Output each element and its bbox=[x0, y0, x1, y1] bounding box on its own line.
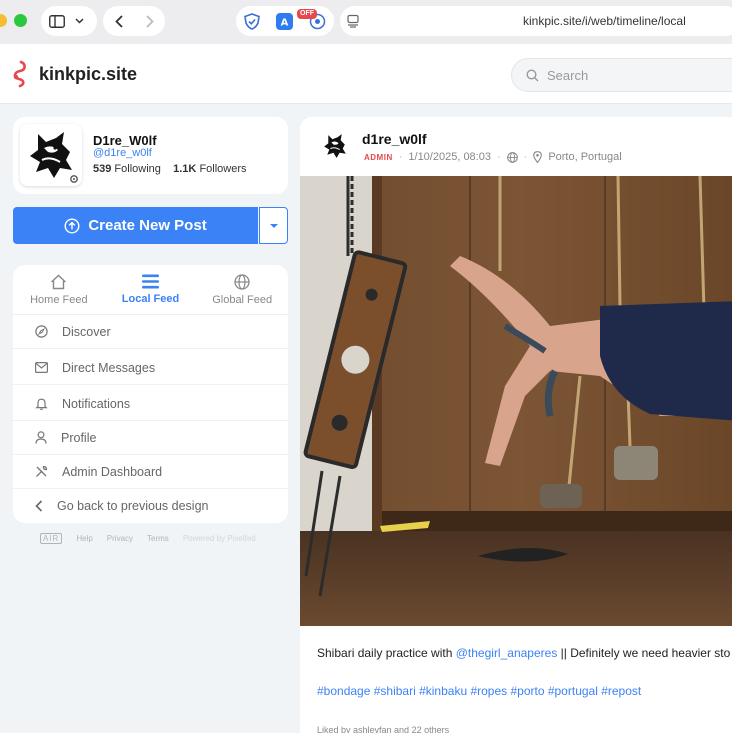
menu-item-admin-dashboard[interactable]: Admin Dashboard bbox=[13, 455, 288, 489]
search-icon bbox=[526, 68, 539, 82]
avatar[interactable] bbox=[20, 124, 82, 186]
tab-local-feed[interactable]: Local Feed bbox=[105, 265, 197, 314]
history-nav bbox=[103, 6, 165, 36]
separator-dot: · bbox=[523, 151, 528, 163]
extensions-group: A OFF bbox=[236, 6, 334, 36]
site-name[interactable]: kinkpic.site bbox=[39, 64, 137, 85]
globe-icon bbox=[234, 273, 250, 290]
air-badge[interactable]: AIR bbox=[40, 533, 63, 544]
globe-visibility-icon bbox=[506, 151, 518, 163]
zoom-window-button[interactable] bbox=[14, 14, 27, 27]
following-count[interactable]: 539 bbox=[93, 163, 111, 175]
menu-item-direct-messages-label: Direct Messages bbox=[62, 360, 156, 375]
timeline-post: d1re_w0lf ADMIN · 1/10/2025, 08:03 · · P… bbox=[300, 117, 732, 733]
forward-arrow-icon[interactable] bbox=[145, 14, 154, 28]
shield-icon[interactable] bbox=[244, 12, 260, 30]
footer-privacy-link[interactable]: Privacy bbox=[107, 534, 133, 543]
post-hashtags[interactable]: #bondage #shibari #kinbaku #ropes #porto… bbox=[317, 684, 641, 698]
wolf-avatar-icon bbox=[324, 134, 346, 158]
separator-dot: · bbox=[398, 151, 403, 163]
bell-icon bbox=[35, 397, 48, 410]
following-label[interactable]: Following bbox=[114, 163, 160, 175]
pixelfed-logo-icon[interactable] bbox=[10, 60, 30, 93]
navigation-card: Home Feed Local Feed Global Feed Discove… bbox=[13, 265, 288, 523]
post-photo[interactable] bbox=[300, 176, 732, 626]
menu-item-notifications[interactable]: Notifications bbox=[13, 387, 288, 421]
home-icon bbox=[50, 274, 67, 290]
menu-item-discover[interactable]: Discover bbox=[13, 315, 288, 349]
profile-handle[interactable]: @d1re_w0lf bbox=[93, 147, 152, 159]
extension-off-badge: OFF bbox=[297, 8, 317, 19]
tab-home-feed-label: Home Feed bbox=[30, 293, 88, 306]
footer-terms-link[interactable]: Terms bbox=[147, 534, 169, 543]
footer-help-link[interactable]: Help bbox=[76, 534, 92, 543]
tab-global-feed[interactable]: Global Feed bbox=[196, 265, 288, 314]
post-photo-image bbox=[300, 176, 732, 626]
url-text: kinkpic.site/i/web/timeline/local bbox=[523, 14, 686, 28]
menu-item-profile[interactable]: Profile bbox=[13, 421, 288, 455]
menu-item-direct-messages[interactable]: Direct Messages bbox=[13, 351, 288, 385]
tab-home-feed[interactable]: Home Feed bbox=[13, 265, 105, 314]
svg-text:A: A bbox=[281, 17, 289, 28]
search-input[interactable]: Search bbox=[511, 58, 732, 92]
tools-icon bbox=[35, 465, 48, 478]
app-header: kinkpic.site Search bbox=[0, 44, 732, 104]
menu-item-notifications-label: Notifications bbox=[62, 396, 131, 411]
post-author-avatar[interactable] bbox=[319, 130, 351, 162]
profile-card: D1re_W0lf @d1re_w0lf 539 Following 1.1K … bbox=[13, 117, 288, 194]
sidebar-footer: AIR Help Privacy Terms Powered by Pixelf… bbox=[40, 533, 256, 544]
chevron-down-icon[interactable] bbox=[75, 18, 84, 24]
browser-toolbar: A OFF kinkpic.site/i/web/timeline/local bbox=[0, 0, 732, 44]
translate-extension-icon[interactable]: A bbox=[276, 12, 293, 30]
settings-gear-icon[interactable] bbox=[68, 172, 80, 184]
post-username[interactable]: d1re_w0lf bbox=[362, 131, 427, 147]
create-new-post-button[interactable]: Create New Post bbox=[13, 207, 258, 244]
chevron-left-icon bbox=[35, 500, 43, 512]
footer-powered-by[interactable]: Powered by Pixelfed bbox=[183, 534, 256, 543]
profile-name[interactable]: D1re_W0lf bbox=[93, 133, 157, 148]
post-date[interactable]: 1/10/2025, 08:03 bbox=[408, 151, 491, 163]
search-placeholder: Search bbox=[547, 67, 589, 83]
user-icon bbox=[35, 431, 47, 444]
sidebar-toggle-group bbox=[41, 6, 97, 36]
page-settings-icon[interactable] bbox=[346, 14, 360, 28]
caption-text: Shibari daily practice with bbox=[317, 646, 456, 660]
post-caption: Shibari daily practice with @thegirl_ana… bbox=[317, 646, 730, 660]
back-arrow-icon[interactable] bbox=[114, 14, 123, 28]
menu-item-previous-design[interactable]: Go back to previous design bbox=[13, 489, 288, 523]
create-new-post-label: Create New Post bbox=[88, 217, 207, 234]
post-liked-by[interactable]: Liked by ashleyfan and 22 others bbox=[317, 725, 449, 733]
feed-tabs: Home Feed Local Feed Global Feed bbox=[13, 265, 288, 315]
compass-icon bbox=[35, 325, 48, 338]
menu-item-discover-label: Discover bbox=[62, 324, 111, 339]
upload-arrow-icon bbox=[64, 217, 80, 234]
list-icon bbox=[142, 274, 159, 289]
location-pin-icon bbox=[533, 151, 543, 163]
separator-dot: · bbox=[496, 151, 501, 163]
mail-icon bbox=[35, 362, 48, 373]
profile-stats: 539 Following 1.1K Followers bbox=[93, 163, 247, 175]
caption-mention-link[interactable]: @thegirl_anaperes bbox=[456, 646, 558, 660]
post-location[interactable]: Porto, Portugal bbox=[548, 151, 621, 163]
address-bar[interactable]: kinkpic.site/i/web/timeline/local bbox=[340, 6, 732, 36]
create-options-dropdown[interactable] bbox=[259, 207, 288, 244]
tab-local-feed-label: Local Feed bbox=[121, 293, 180, 305]
admin-badge: ADMIN bbox=[364, 152, 393, 162]
post-meta: ADMIN · 1/10/2025, 08:03 · · Porto, Port… bbox=[364, 151, 622, 163]
menu-item-admin-dashboard-label: Admin Dashboard bbox=[62, 464, 163, 479]
caption-text-end: || Definitely we need heavier sto bbox=[557, 646, 731, 660]
menu-item-previous-design-label: Go back to previous design bbox=[57, 499, 209, 513]
sidebar-icon[interactable] bbox=[49, 14, 65, 28]
followers-label[interactable]: Followers bbox=[199, 163, 246, 175]
minimize-window-button[interactable] bbox=[0, 14, 7, 27]
blocker-extension-icon[interactable]: OFF bbox=[297, 8, 326, 30]
followers-count[interactable]: 1.1K bbox=[173, 163, 196, 175]
menu-item-profile-label: Profile bbox=[61, 430, 97, 445]
caret-down-icon bbox=[269, 223, 279, 229]
tab-global-feed-label: Global Feed bbox=[212, 293, 273, 306]
